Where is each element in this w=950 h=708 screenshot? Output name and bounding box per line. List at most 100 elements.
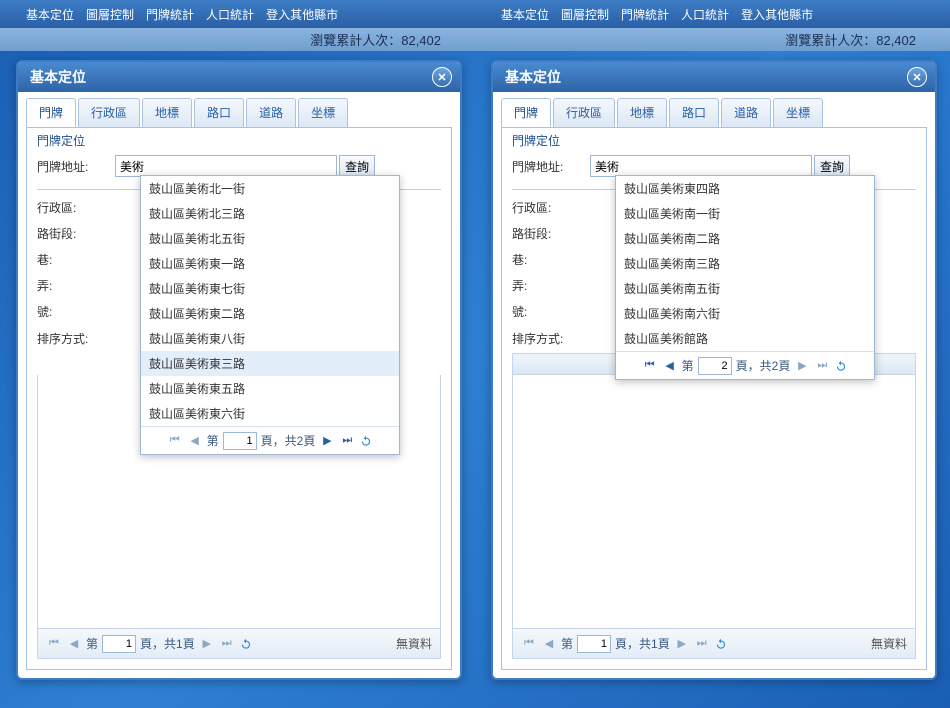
tab-road[interactable]: 道路 (246, 98, 296, 127)
dist-label: 行政區: (512, 199, 590, 216)
results-pager: ⏮ ◀ 第 頁，共1頁 ▶ ⏭ 無資料 (37, 629, 441, 659)
no-data-text: 無資料 (396, 635, 432, 652)
sort-label: 排序方式: (37, 330, 115, 347)
nav-item[interactable]: 圖層控制 (557, 3, 613, 26)
page-input[interactable] (577, 635, 611, 653)
page-input[interactable] (223, 432, 257, 450)
tab-coord[interactable]: 坐標 (773, 98, 823, 127)
alley-label: 弄: (37, 277, 115, 294)
pager-suffix: 頁，共1頁 (615, 635, 670, 652)
tab-road[interactable]: 道路 (721, 98, 771, 127)
first-page-icon[interactable]: ⏮ (521, 636, 537, 652)
page-input[interactable] (698, 357, 732, 375)
next-page-icon[interactable]: ▶ (794, 358, 810, 374)
first-page-icon[interactable]: ⏮ (46, 636, 62, 652)
no-label: 號: (512, 303, 590, 320)
window-title: 基本定位 (30, 67, 86, 87)
addr-label: 門牌地址: (512, 158, 590, 175)
tab-district[interactable]: 行政區 (78, 98, 140, 127)
prev-page-icon[interactable]: ◀ (662, 358, 678, 374)
dropdown-item[interactable]: 鼓山區美術北五街 (141, 226, 399, 251)
nav-item[interactable]: 登入其他縣市 (737, 3, 817, 26)
nav-item[interactable]: 基本定位 (497, 3, 553, 26)
search-button[interactable]: 查詢 (814, 155, 850, 177)
dropdown-item[interactable]: 鼓山區美術南一街 (616, 201, 874, 226)
dropdown-pager: ⏮◀第頁，共2頁▶⏭ (141, 426, 399, 454)
next-page-icon[interactable]: ▶ (319, 433, 335, 449)
visit-counter: 瀏覽累計人次：82,402 (475, 28, 950, 51)
dropdown-item[interactable]: 鼓山區美術館路 (616, 326, 874, 351)
first-page-icon[interactable]: ⏮ (642, 358, 658, 374)
pager-prefix: 第 (561, 635, 573, 652)
no-data-text: 無資料 (871, 635, 907, 652)
refresh-icon[interactable] (714, 637, 728, 651)
dropdown-item[interactable]: 鼓山區美術東四路 (616, 176, 874, 201)
alley-label: 弄: (512, 277, 590, 294)
addr-input[interactable] (590, 155, 812, 177)
close-icon[interactable]: ✕ (907, 67, 927, 87)
addr-dropdown: 鼓山區美術北一街鼓山區美術北三路鼓山區美術北五街鼓山區美術東一路鼓山區美術東七街… (140, 175, 400, 455)
refresh-icon[interactable] (239, 637, 253, 651)
nav-item[interactable]: 門牌統計 (142, 3, 198, 26)
nav-item[interactable]: 人口統計 (677, 3, 733, 26)
dropdown-pager: ⏮◀第頁，共2頁▶⏭ (616, 351, 874, 379)
fieldset-label: 門牌定位 (512, 132, 916, 149)
nav-item[interactable]: 人口統計 (202, 3, 258, 26)
dropdown-item[interactable]: 鼓山區美術東六街 (141, 401, 399, 426)
dropdown-item[interactable]: 鼓山區美術東七街 (141, 276, 399, 301)
next-page-icon[interactable]: ▶ (199, 636, 215, 652)
refresh-icon[interactable] (359, 434, 373, 448)
prev-page-icon[interactable]: ◀ (541, 636, 557, 652)
dropdown-item[interactable]: 鼓山區美術北三路 (141, 201, 399, 226)
addr-dropdown: 鼓山區美術東四路鼓山區美術南一街鼓山區美術南二路鼓山區美術南三路鼓山區美術南五街… (615, 175, 875, 380)
visit-counter: 瀏覽累計人次：82,402 (0, 28, 475, 51)
close-icon[interactable]: ✕ (432, 67, 452, 87)
dropdown-item[interactable]: 鼓山區美術東一路 (141, 251, 399, 276)
sort-label: 排序方式: (512, 330, 590, 347)
pager-prefix: 第 (86, 635, 98, 652)
nav-item[interactable]: 門牌統計 (617, 3, 673, 26)
addr-input[interactable] (115, 155, 337, 177)
lane-label: 巷: (512, 251, 590, 268)
results-list (512, 375, 916, 629)
dropdown-item[interactable]: 鼓山區美術南六街 (616, 301, 874, 326)
tab-landmark[interactable]: 地標 (617, 98, 667, 127)
prev-page-icon[interactable]: ◀ (66, 636, 82, 652)
tab-district[interactable]: 行政區 (553, 98, 615, 127)
page-input[interactable] (102, 635, 136, 653)
road-label: 路街段: (37, 225, 115, 242)
dropdown-item[interactable]: 鼓山區美術北一街 (141, 176, 399, 201)
navbar: 基本定位 圖層控制 門牌統計 人口統計 登入其他縣市 (0, 0, 475, 28)
fieldset-label: 門牌定位 (37, 132, 441, 149)
last-page-icon[interactable]: ⏭ (814, 358, 830, 374)
refresh-icon[interactable] (834, 359, 848, 373)
dropdown-item[interactable]: 鼓山區美術南五街 (616, 276, 874, 301)
tab-doorplate[interactable]: 門牌 (501, 98, 551, 127)
tab-coord[interactable]: 坐標 (298, 98, 348, 127)
titlebar: 基本定位 ✕ (493, 62, 935, 92)
next-page-icon[interactable]: ▶ (674, 636, 690, 652)
tab-landmark[interactable]: 地標 (142, 98, 192, 127)
window-title: 基本定位 (505, 67, 561, 87)
dropdown-item[interactable]: 鼓山區美術東五路 (141, 376, 399, 401)
titlebar: 基本定位 ✕ (18, 62, 460, 92)
last-page-icon[interactable]: ⏭ (219, 636, 235, 652)
last-page-icon[interactable]: ⏭ (694, 636, 710, 652)
search-button[interactable]: 查詢 (339, 155, 375, 177)
nav-item[interactable]: 基本定位 (22, 3, 78, 26)
first-page-icon[interactable]: ⏮ (167, 433, 183, 449)
tab-intersection[interactable]: 路口 (669, 98, 719, 127)
nav-item[interactable]: 圖層控制 (82, 3, 138, 26)
tab-intersection[interactable]: 路口 (194, 98, 244, 127)
tab-doorplate[interactable]: 門牌 (26, 98, 76, 127)
dropdown-item[interactable]: 鼓山區美術南三路 (616, 251, 874, 276)
dropdown-item[interactable]: 鼓山區美術南二路 (616, 226, 874, 251)
nav-item[interactable]: 登入其他縣市 (262, 3, 342, 26)
dropdown-item[interactable]: 鼓山區美術東二路 (141, 301, 399, 326)
dropdown-item[interactable]: 鼓山區美術東三路 (141, 351, 399, 376)
dropdown-item[interactable]: 鼓山區美術東八街 (141, 326, 399, 351)
prev-page-icon[interactable]: ◀ (187, 433, 203, 449)
last-page-icon[interactable]: ⏭ (339, 433, 355, 449)
pager-suffix: 頁，共1頁 (140, 635, 195, 652)
navbar: 基本定位 圖層控制 門牌統計 人口統計 登入其他縣市 (475, 0, 950, 28)
